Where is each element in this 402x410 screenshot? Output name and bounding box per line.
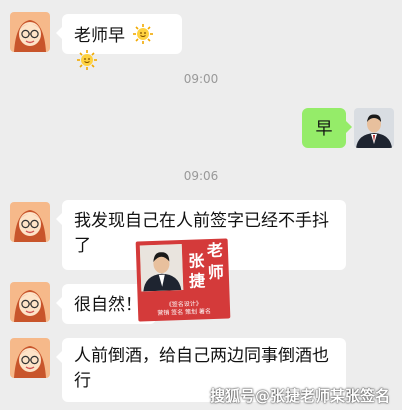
seal-caption: 《签名设计》 营销 签名 策划 著名 (142, 300, 227, 319)
avatar[interactable] (10, 12, 50, 52)
message-text: 老师早 (74, 26, 125, 46)
seal-char: 捷 (188, 271, 206, 291)
avatar[interactable] (10, 338, 50, 378)
message-bubble[interactable]: 早 (302, 108, 352, 148)
seal-portrait (139, 244, 184, 292)
seal-char: 师 (207, 262, 225, 283)
seal-char: 老 (206, 240, 224, 261)
sun-emoji-icon (133, 24, 154, 44)
timestamp: 09:06 (183, 169, 219, 183)
message-text: 很自然！ (74, 295, 142, 315)
avatar[interactable] (354, 108, 394, 148)
signature-seal: 张 捷 老 师 《签名设计》 营销 签名 策划 著名 (135, 238, 231, 322)
seal-caption-line: 营销 签名 策划 著名 (157, 308, 212, 317)
seal-char: 张 (188, 251, 205, 271)
timestamp: 09:00 (183, 72, 219, 86)
message-text-line: 我发现自己在人前签字已经不手抖 (74, 211, 329, 231)
watermark: 搜狐号@张捷老师某张签名 (209, 387, 390, 405)
sun-emoji-icon (77, 50, 97, 70)
message-bubble[interactable]: 老师早 (56, 14, 182, 70)
message-text-line: 人前倒酒，给自己两边同事倒酒也 (74, 346, 329, 366)
message-text: 早 (315, 119, 333, 139)
avatar[interactable] (10, 202, 50, 242)
avatar[interactable] (10, 282, 50, 322)
